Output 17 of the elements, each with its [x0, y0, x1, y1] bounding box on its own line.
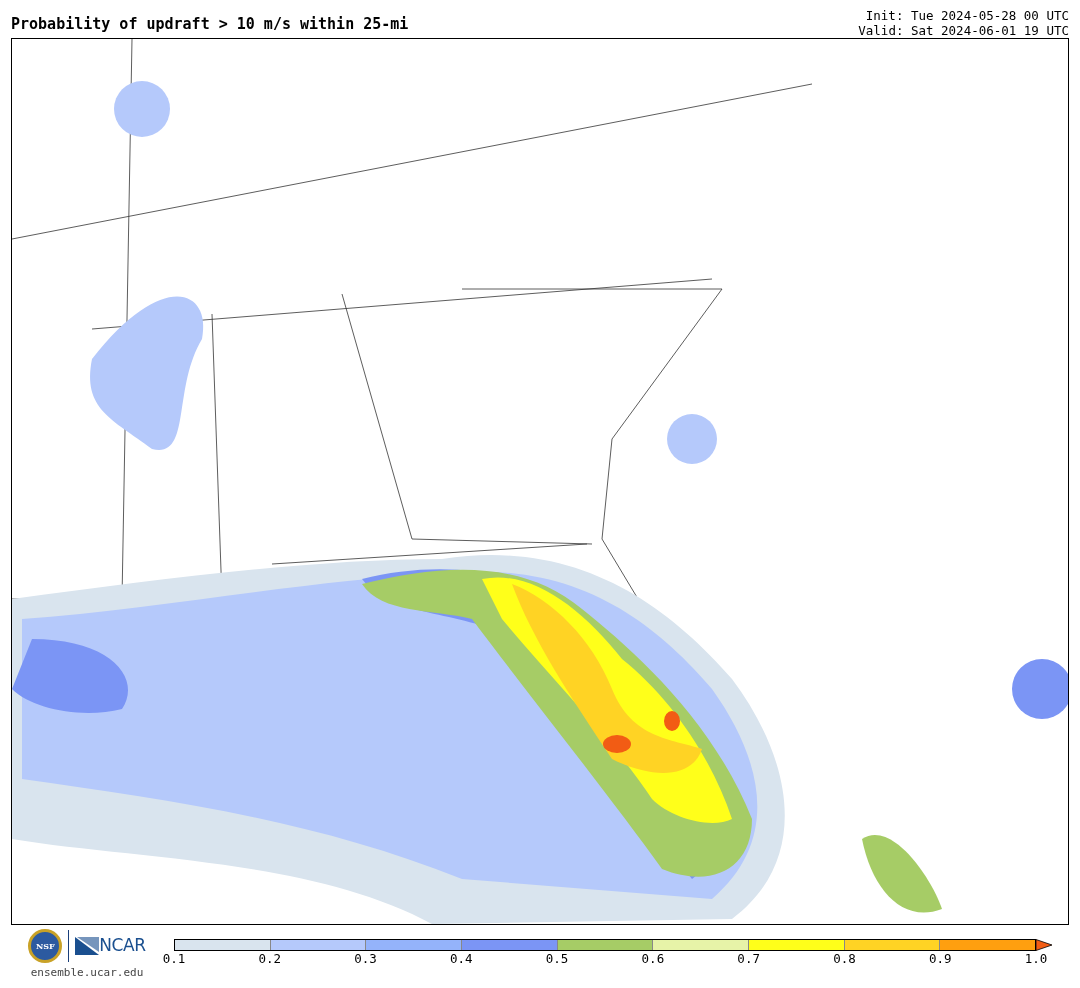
ncar-logo-text: NCAR: [99, 934, 146, 958]
tick-label: 0.3: [354, 953, 377, 966]
site-url: ensemble.ucar.edu: [30, 965, 144, 981]
tick-label: 0.2: [258, 953, 282, 966]
tick-label: 0.9: [928, 953, 952, 966]
valid-time: Valid: Sat 2024-06-01 19 UTC: [858, 23, 1069, 38]
tick-label: 0.4: [450, 953, 473, 966]
tick-label: 0.6: [641, 953, 665, 966]
tick-label: 0.7: [737, 953, 760, 966]
tick-label: 0.1: [162, 953, 186, 966]
plot-title: Probability of updraft > 10 m/s within 25-mi: [11, 17, 409, 35]
ncar-logo-icon: [75, 937, 100, 955]
tick-label: 1.0: [1024, 953, 1048, 966]
init-time: Init: Tue 2024-05-28 00 UTC: [865, 8, 1069, 23]
nsf-seal-logo: NSF: [28, 929, 63, 963]
tick-label: 0.8: [833, 953, 856, 966]
tick-label: 0.5: [545, 953, 569, 966]
